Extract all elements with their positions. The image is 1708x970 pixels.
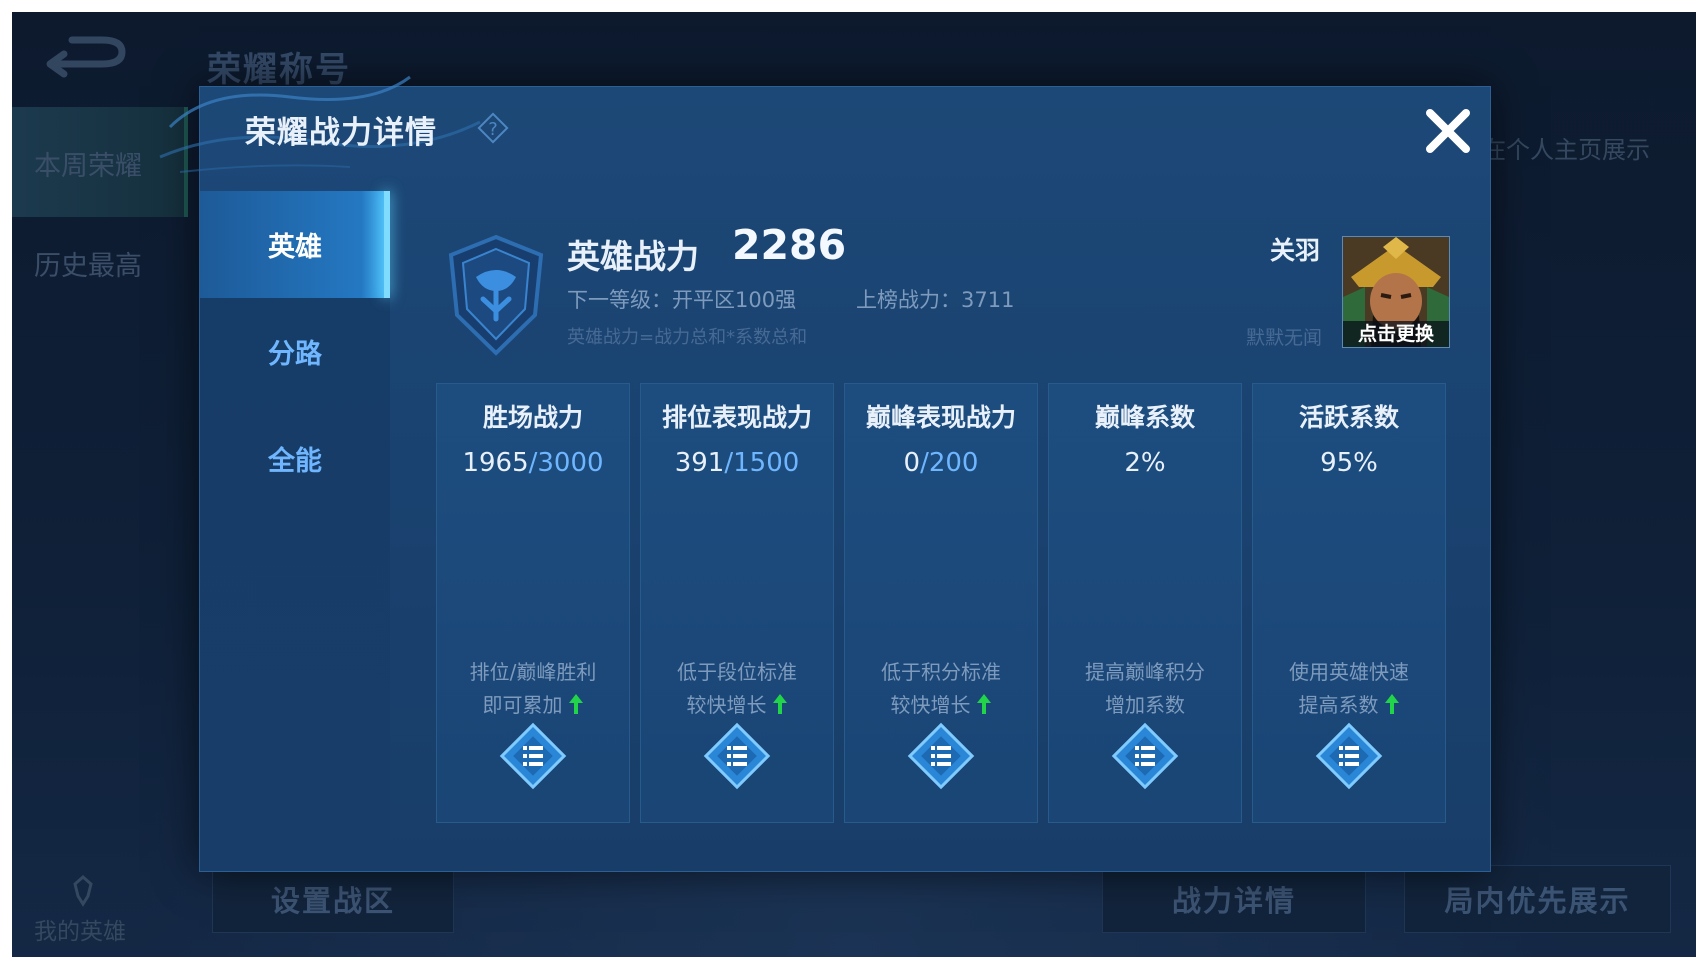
card-value: 1965/3000 (437, 448, 629, 478)
card-hint: 使用英雄快速 提高系数 (1253, 656, 1445, 722)
hero-portrait[interactable]: 点击更换 (1342, 236, 1450, 348)
background-sidebar-item-week[interactable]: 本周荣耀 (34, 144, 142, 183)
card-hint: 低于段位标准 较快增长 (641, 656, 833, 722)
shield-emblem-icon (448, 234, 544, 356)
help-icon[interactable]: ? (476, 111, 510, 145)
card-title: 巅峰表现战力 (865, 403, 1016, 432)
svg-text:?: ? (488, 119, 498, 140)
background-right-text: 在个人主页展示 (1482, 136, 1650, 164)
change-hero-label: 点击更换 (1343, 321, 1449, 347)
background-title: 荣耀称号 (207, 50, 351, 90)
card-value-max: /3000 (528, 448, 604, 478)
my-hero-label: 我的英雄 (34, 919, 126, 945)
card-hint-line1: 排位/巅峰胜利 (469, 660, 597, 684)
card-value-max: /200 (920, 448, 979, 478)
up-arrow-icon (772, 694, 787, 714)
card-value-max: /1500 (724, 448, 800, 478)
card-value: 391/1500 (641, 448, 833, 478)
hero-power-value: 2286 (732, 221, 847, 269)
hero-name: 关羽 (1270, 236, 1321, 265)
rank-power-text: 上榜战力：3711 (856, 288, 1015, 312)
card-value: 0/200 (845, 448, 1037, 478)
card-title: 巅峰系数 (1094, 403, 1195, 432)
list-icon[interactable] (1313, 720, 1385, 792)
card-hint-line2: 较快增长 (686, 693, 767, 717)
card-hint: 排位/巅峰胜利 即可累加 (437, 656, 629, 722)
card-activity-coefficient: 活跃系数 95% 使用英雄快速 提高系数 (1252, 383, 1446, 823)
tab-allround-label: 全能 (268, 446, 322, 477)
background-sidebar-accent (184, 107, 188, 217)
card-peak-coefficient: 巅峰系数 2% 提高巅峰积分 增加系数 (1048, 383, 1242, 823)
list-icon[interactable] (701, 720, 773, 792)
up-arrow-icon (976, 694, 991, 714)
list-icon[interactable] (1109, 720, 1181, 792)
card-hint-line1: 低于段位标准 (677, 660, 797, 684)
set-region-button[interactable]: 设置战区 (212, 865, 454, 933)
tab-lane[interactable]: 分路 (200, 298, 390, 405)
up-arrow-icon (568, 694, 583, 714)
background-sidebar-item-history[interactable]: 历史最高 (34, 244, 142, 283)
tab-lane-label: 分路 (268, 339, 322, 370)
up-arrow-icon (1384, 694, 1399, 714)
game-screen: 荣耀称号 本周荣耀 历史最高 在个人主页展示 设置战区 战力详情 局内优先展示 … (12, 12, 1696, 957)
card-value: 2% (1049, 448, 1241, 478)
tab-hero-label: 英雄 (268, 232, 322, 263)
card-value-current: 391 (674, 448, 725, 478)
my-hero-icon[interactable] (66, 874, 100, 908)
card-title: 活跃系数 (1298, 403, 1399, 432)
tab-allround[interactable]: 全能 (200, 405, 390, 512)
card-value-current: 2% (1124, 448, 1166, 478)
card-hint-line2: 增加系数 (1105, 693, 1185, 717)
card-peak-performance: 巅峰表现战力 0/200 低于积分标准 较快增长 (844, 383, 1038, 823)
card-hint-line2: 较快增长 (890, 693, 971, 717)
list-icon[interactable] (905, 720, 977, 792)
tab-hero[interactable]: 英雄 (200, 191, 390, 298)
card-value-current: 95% (1320, 448, 1378, 478)
hero-subtitle: 默默无闻 (1246, 327, 1323, 349)
card-title: 排位表现战力 (661, 403, 812, 432)
card-hint: 提高巅峰积分 增加系数 (1049, 656, 1241, 722)
card-value-current: 1965 (462, 448, 529, 478)
priority-display-button[interactable]: 局内优先展示 (1404, 865, 1671, 933)
card-value-current: 0 (903, 448, 921, 478)
card-hint: 低于积分标准 较快增长 (845, 656, 1037, 722)
close-icon[interactable] (1420, 103, 1476, 159)
power-formula-text: 英雄战力=战力总和*系数总和 (567, 327, 808, 348)
card-rank-performance: 排位表现战力 391/1500 低于段位标准 较快增长 (640, 383, 834, 823)
card-hint-line2: 提高系数 (1298, 693, 1379, 717)
list-icon[interactable] (497, 720, 569, 792)
card-hint-line1: 提高巅峰积分 (1085, 660, 1205, 684)
power-detail-button[interactable]: 战力详情 (1102, 865, 1366, 933)
power-detail-dialog: 荣耀战力详情 ? 英雄 分路 全能 英雄战力 2286 下一等级：开平区100强… (159, 75, 1491, 872)
back-arrow-icon[interactable] (42, 32, 132, 82)
card-win-power: 胜场战力 1965/3000 排位/巅峰胜利 即可累加 (436, 383, 630, 823)
next-level-text: 下一等级：开平区100强 (567, 288, 797, 312)
card-title: 胜场战力 (482, 403, 583, 432)
card-hint-line2: 即可累加 (482, 693, 563, 717)
hero-power-label: 英雄战力 (567, 237, 699, 276)
card-hint-line1: 使用英雄快速 (1289, 660, 1409, 684)
card-hint-line1: 低于积分标准 (881, 660, 1001, 684)
card-value: 95% (1253, 448, 1445, 478)
dialog-tab-bar: 英雄 分路 全能 (200, 191, 390, 871)
active-tab-glow (384, 191, 390, 298)
dialog-title: 荣耀战力详情 (245, 115, 437, 151)
